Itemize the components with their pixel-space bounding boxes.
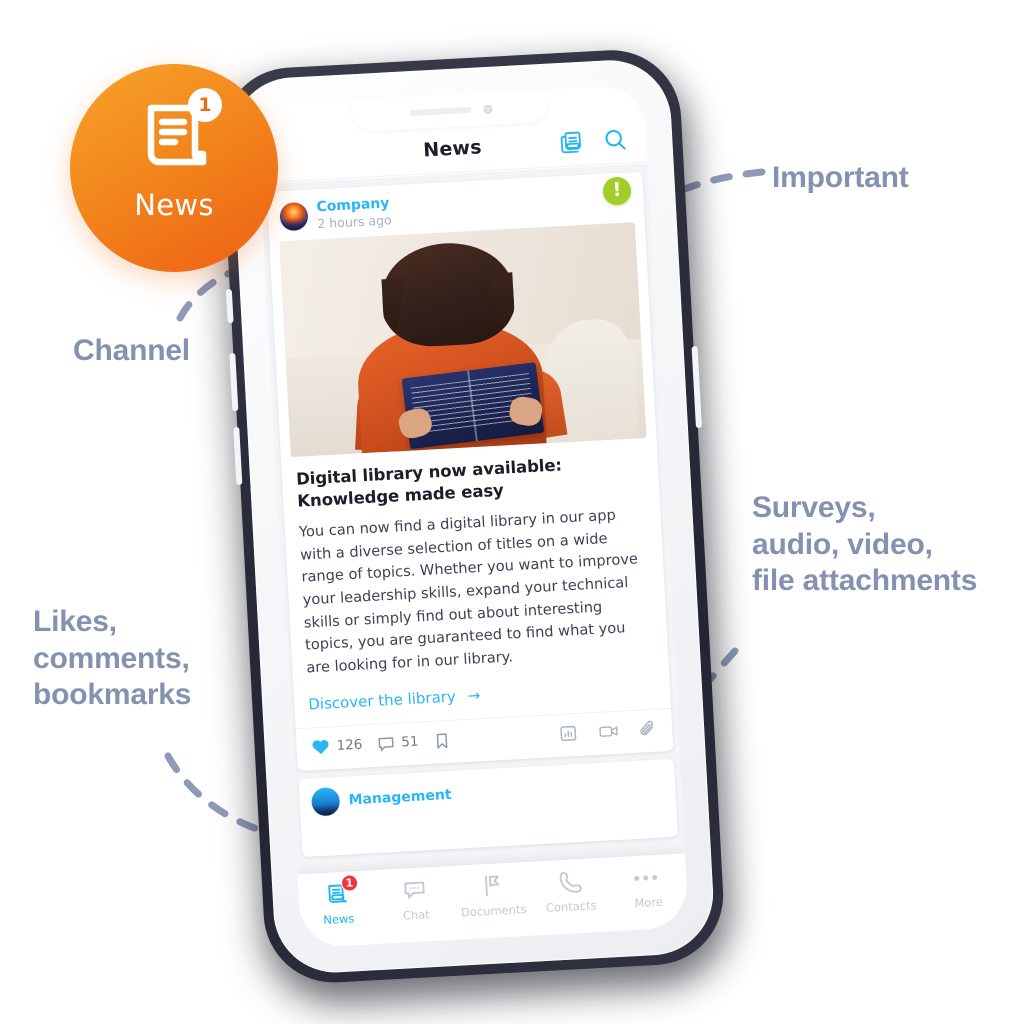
phone-body: News Company 2 hours ago ! Digital libra… — [217, 46, 727, 987]
heart-icon — [310, 737, 331, 758]
news-feed[interactable]: Company 2 hours ago ! Digital library no… — [260, 163, 689, 949]
annotation-channel: Channel — [73, 334, 190, 367]
tab-news-badge: 1 — [340, 874, 359, 892]
phone-button-silent — [225, 289, 234, 324]
feed-post[interactable]: Management — [298, 759, 679, 858]
paperclip-icon[interactable] — [638, 719, 659, 740]
post-cta-label: Discover the library — [307, 687, 457, 714]
tab-contacts-label: Contacts — [545, 898, 597, 915]
tab-news-label: News — [322, 911, 355, 927]
feed-post[interactable]: Company 2 hours ago ! Digital library no… — [266, 171, 674, 772]
news-icon: 1 — [324, 874, 359, 908]
tab-more[interactable]: More — [608, 862, 688, 911]
front-camera — [482, 104, 493, 114]
survey-chart-icon[interactable] — [558, 723, 579, 744]
post-channel-name[interactable]: Management — [348, 787, 452, 809]
avatar — [310, 787, 341, 817]
tab-documents-label: Documents — [460, 902, 527, 920]
like-count: 126 — [336, 737, 363, 755]
phone-inner-frame: News Company 2 hours ago ! Digital libra… — [228, 57, 717, 976]
channel-badge-news: 1 News — [70, 64, 278, 272]
phone-icon — [556, 868, 583, 895]
post-timestamp: 2 hours ago — [316, 211, 392, 231]
important-badge-glyph: ! — [612, 178, 622, 201]
tab-chat-label: Chat — [402, 907, 431, 923]
post-body: You can now find a digital library in ou… — [298, 506, 639, 677]
phone-mockup: News Company 2 hours ago ! Digital libra… — [217, 46, 740, 1008]
phone-button-volume-up — [229, 352, 239, 412]
annotation-attachments: Surveys, audio, video, file attachments — [752, 491, 978, 598]
avatar — [279, 201, 309, 232]
news-stack-icon[interactable] — [558, 129, 585, 156]
documents-flag-icon — [479, 872, 506, 899]
bookmark-button[interactable] — [432, 731, 452, 751]
phone-button-volume-down — [233, 426, 243, 486]
comment-button[interactable]: 51 — [376, 733, 419, 754]
like-button[interactable]: 126 — [310, 735, 363, 758]
bookmark-icon — [432, 731, 452, 751]
earpiece-speaker — [408, 106, 472, 117]
chat-bubble-icon — [401, 876, 428, 903]
status-badge-important: ! — [602, 176, 632, 206]
header-actions — [558, 126, 629, 156]
search-icon[interactable] — [602, 126, 629, 153]
comment-count: 51 — [400, 734, 419, 751]
post-image[interactable] — [279, 222, 647, 458]
annotation-likes-comments-bookmarks: Likes, comments, bookmarks — [33, 605, 192, 712]
channel-badge-label: News — [134, 188, 214, 222]
annotation-important: Important — [772, 161, 909, 194]
illustration-stage: 1 News Important Channel Likes, comments… — [0, 0, 1024, 1024]
arrow-right-icon: → — [467, 686, 481, 706]
post-action-bar: 126 51 — [295, 708, 674, 770]
post-cta-link[interactable]: Discover the library → — [308, 677, 656, 714]
tab-chat[interactable]: Chat — [375, 875, 455, 924]
news-document-icon: 1 — [135, 88, 222, 178]
tab-documents[interactable]: Documents — [453, 871, 533, 920]
channel-badge-count: 1 — [188, 88, 222, 122]
more-dots-icon — [634, 864, 661, 891]
tab-more-label: More — [634, 894, 664, 911]
phone-screen: News Company 2 hours ago ! Digital libra… — [255, 84, 689, 949]
tab-contacts[interactable]: Contacts — [530, 867, 610, 916]
post-title: Digital library now available: Knowledge… — [295, 455, 563, 511]
comment-bubble-icon — [376, 734, 396, 754]
tab-news[interactable]: 1 News — [298, 874, 378, 928]
post-meta: Company 2 hours ago — [316, 195, 392, 231]
video-camera-icon[interactable] — [598, 721, 619, 742]
